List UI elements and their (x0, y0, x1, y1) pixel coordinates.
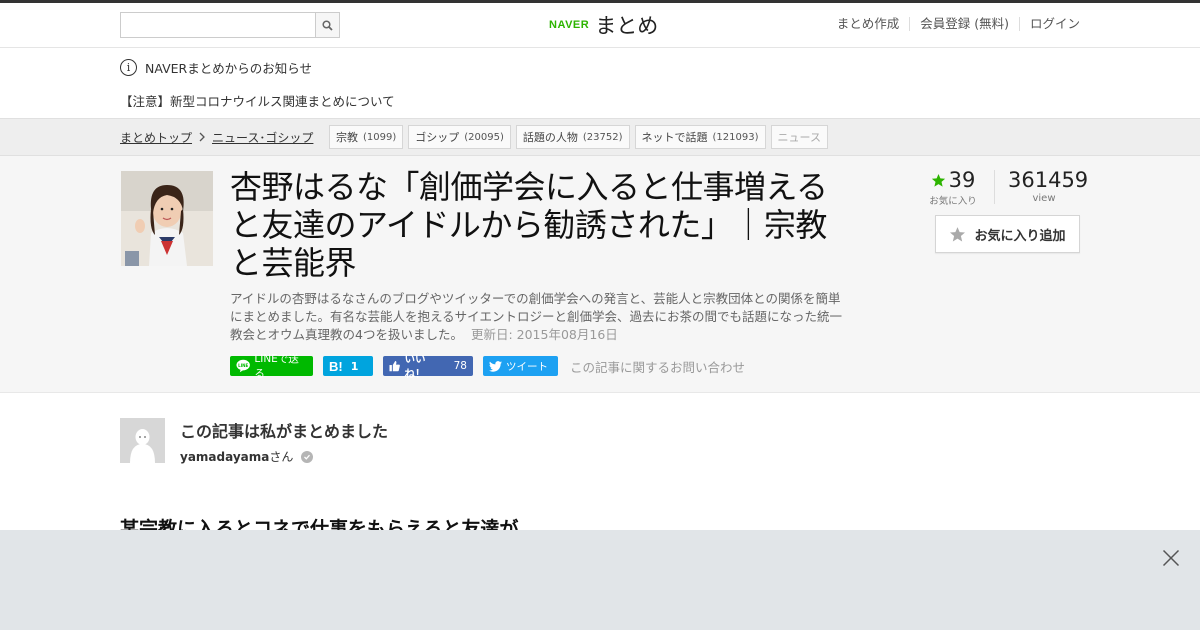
line-icon: LINE (236, 359, 250, 373)
add-favorite-button[interactable]: お気に入り追加 (935, 215, 1080, 253)
author-suffix: さん (269, 450, 294, 464)
article-stats: 39 お気に入り 361459 view (928, 168, 1089, 208)
header-links: まとめ作成 会員登録 (無料) ログイン (827, 17, 1080, 31)
tag-label: ニュース (777, 131, 821, 144)
login-link[interactable]: ログイン (1018, 17, 1080, 31)
ad-overlay (0, 530, 1200, 630)
author-heading: この記事は私がまとめました (180, 422, 389, 441)
article-title: 杏野はるな「創価学会に入ると仕事増えると友達のアイドルから勧誘された」｜宗教と芸… (230, 168, 828, 282)
view-count: 361459 view (1008, 168, 1089, 204)
avatar[interactable] (120, 418, 165, 463)
add-favorite-label: お気に入り追加 (974, 228, 1066, 244)
line-label: LINEで送る (254, 353, 299, 380)
view-number: 361459 (1008, 168, 1089, 192)
verified-check-icon (301, 450, 314, 463)
close-ad-button[interactable] (1162, 549, 1180, 567)
site-header: NAVER まとめ まとめ作成 会員登録 (無料) ログイン (0, 3, 1200, 48)
author-username: yamadayama (180, 449, 270, 464)
search-box (120, 12, 340, 38)
favorite-label: お気に入り (929, 196, 977, 207)
tweet-button[interactable]: ツイート (483, 356, 558, 376)
close-icon (1162, 549, 1180, 567)
line-share-button[interactable]: LINE LINEで送る (230, 353, 313, 380)
tag-news[interactable]: ニュース (770, 125, 828, 149)
svg-text:LINE: LINE (238, 363, 248, 368)
tag-gossip[interactable]: ゴシップ (20095) (408, 125, 511, 149)
star-icon (950, 226, 966, 241)
breadcrumb-category[interactable]: ニュース･ゴシップ (212, 129, 313, 146)
tag-label: 話題の人物 (522, 131, 578, 144)
tag-count: (1099) (363, 131, 397, 143)
create-matome-link[interactable]: まとめ作成 (827, 17, 910, 31)
site-logo[interactable]: NAVER まとめ (549, 11, 658, 39)
breadcrumb-bar: まとめトップ ニュース･ゴシップ 宗教 (1099) ゴシップ (20095) 話題… (0, 118, 1200, 156)
register-link[interactable]: 会員登録 (無料) (909, 17, 1019, 31)
facebook-label: いいね！ (404, 353, 426, 380)
breadcrumb-top[interactable]: まとめトップ (120, 129, 192, 146)
notice-label: NAVERまとめからのお知らせ (145, 61, 312, 76)
favorite-number: 39 (948, 168, 976, 192)
updated-date: 更新日: 2015年08月16日 (470, 327, 618, 342)
tag-list: 宗教 (1099) ゴシップ (20095) 話題の人物 (23752) ネットで話題… (329, 125, 828, 149)
twitter-icon (489, 360, 502, 372)
article-header: 杏野はるな「創価学会に入ると仕事増えると友達のアイドルから勧誘された」｜宗教と芸… (0, 156, 1200, 393)
tag-label: 宗教 (336, 131, 358, 144)
notice-header: i NAVERまとめからのお知らせ (120, 58, 312, 77)
article-thumbnail[interactable] (121, 171, 213, 266)
tag-count: (121093) (712, 131, 759, 143)
search-input[interactable] (121, 13, 315, 37)
tweet-label: ツイート (506, 360, 548, 373)
view-label: view (1032, 193, 1056, 204)
article-description: アイドルの杏野はるなさんのブログやツイッターでの創価学会への発言と、芸能人と宗教… (230, 290, 845, 344)
facebook-like-button[interactable]: いいね！ 78 (383, 353, 473, 380)
search-icon (322, 19, 333, 31)
article-contact-link[interactable]: この記事に関するお問い合わせ (570, 357, 745, 376)
tag-count: (20095) (464, 131, 504, 143)
tag-people[interactable]: 話題の人物 (23752) (515, 125, 630, 149)
logo-brand: NAVER (549, 19, 590, 31)
hatena-bookmark-button[interactable]: B! 1 (323, 356, 373, 376)
hatena-icon: B! (329, 358, 343, 374)
stat-divider (994, 170, 995, 204)
notice-link[interactable]: 【注意】新型コロナウイルス関連まとめについて (120, 91, 395, 110)
logo-name: まとめ (595, 14, 659, 38)
tag-count: (23752) (582, 131, 623, 143)
thumbs-up-icon (389, 361, 400, 372)
hatena-count: 1 (350, 359, 359, 373)
tag-label: ネットで話題 (641, 131, 708, 144)
tag-label: ゴシップ (415, 131, 460, 144)
chevron-right-icon (198, 131, 206, 145)
facebook-count: 78 (453, 360, 467, 372)
default-avatar-icon (120, 418, 165, 463)
info-icon: i (120, 59, 137, 76)
author-name[interactable]: yamadayama さん (180, 448, 314, 465)
favorite-count: 39 お気に入り (928, 168, 978, 207)
tag-net[interactable]: ネットで話題 (121093) (634, 125, 766, 149)
search-button[interactable] (315, 13, 339, 37)
share-buttons: LINE LINEで送る B! 1 いいね！ 78 ツイート この記事に関するお… (230, 353, 745, 380)
tag-religion[interactable]: 宗教 (1099) (329, 125, 404, 149)
breadcrumb: まとめトップ ニュース･ゴシップ (120, 129, 313, 146)
star-icon (931, 173, 945, 187)
